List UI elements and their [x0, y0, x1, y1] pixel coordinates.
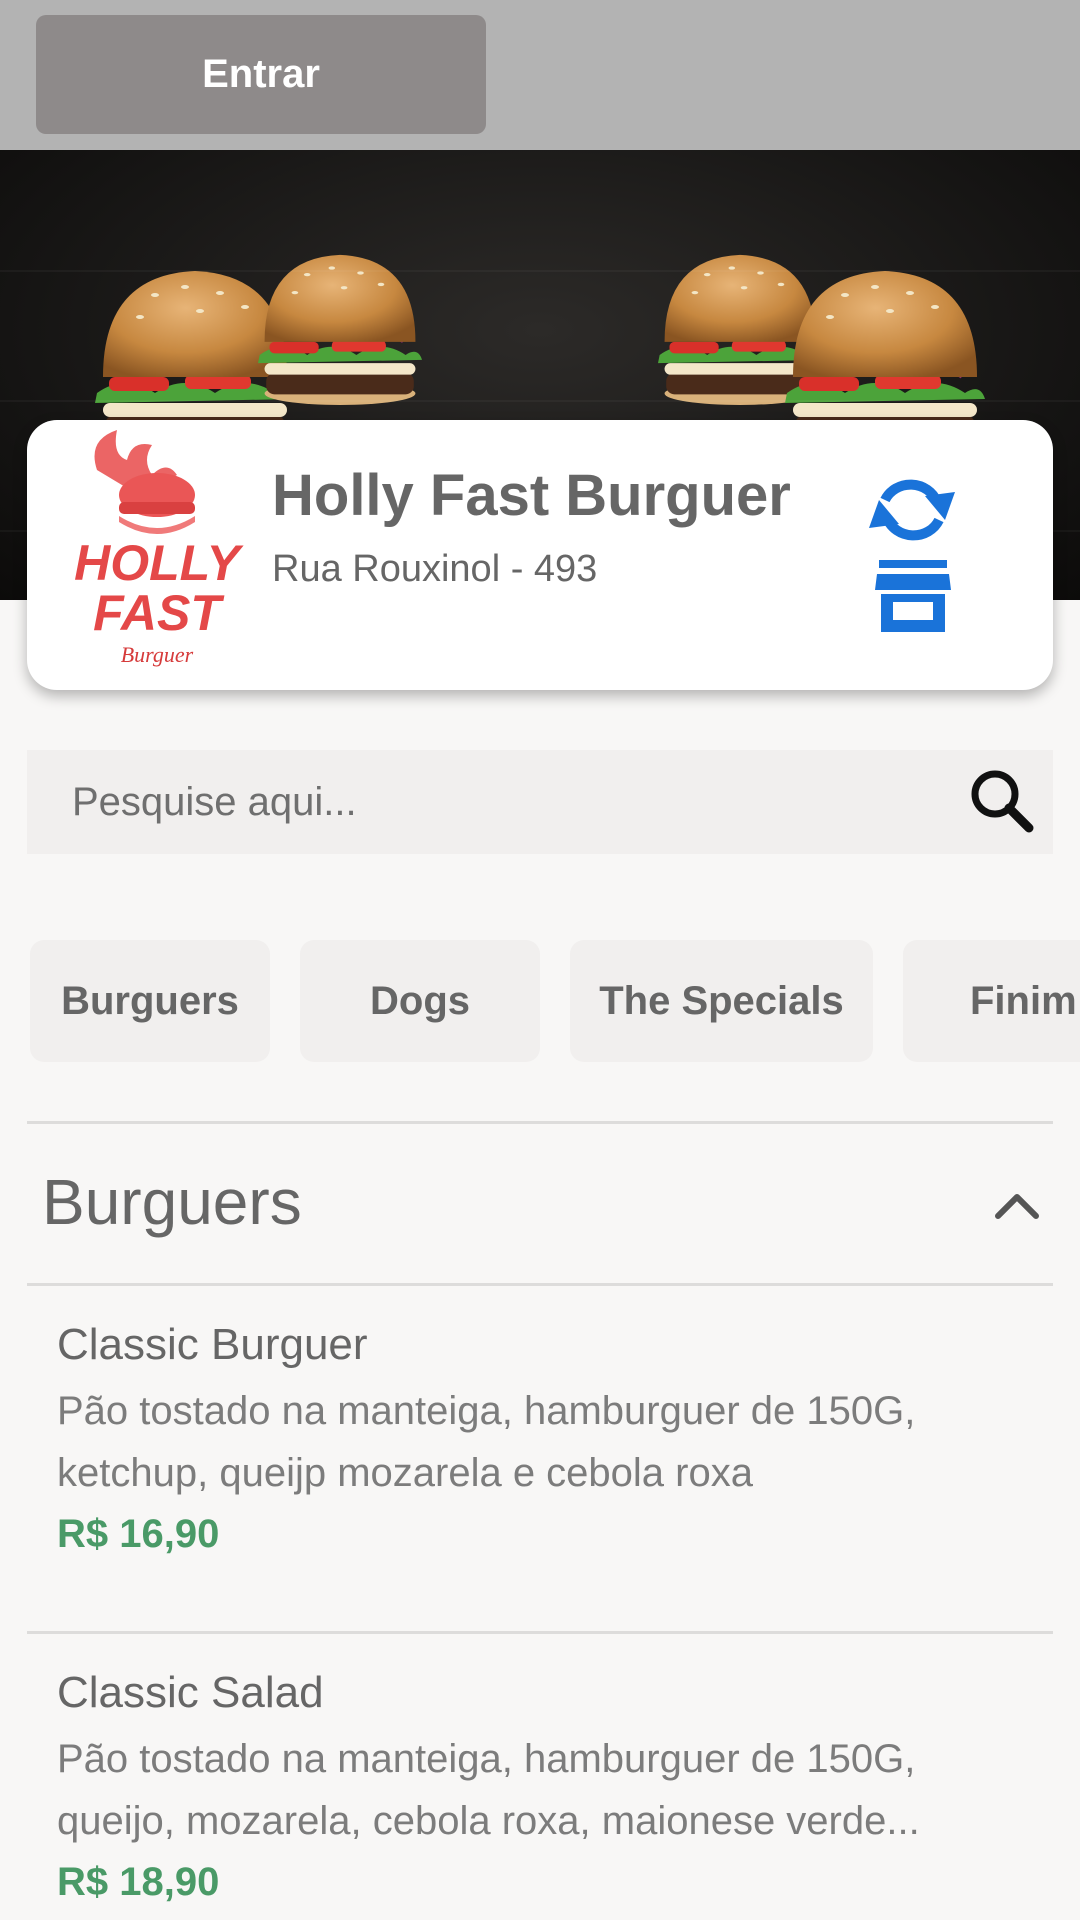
product-item[interactable]: Classic Salad Pão tostado na manteiga, h… — [27, 1668, 1053, 1920]
store-name: Holly Fast Burguer — [272, 463, 791, 528]
search-icon[interactable] — [967, 766, 1039, 838]
category-chip-burguers[interactable]: Burguers — [30, 940, 270, 1062]
product-name: Classic Salad — [57, 1668, 324, 1717]
top-bar: Entrar — [0, 0, 1080, 150]
logo-text-holly: HOLLY — [74, 535, 244, 591]
category-chip-finim[interactable]: Finim — [903, 940, 1080, 1062]
store-logo: HOLLY FAST Burguer — [74, 430, 245, 667]
section-title: Burguers — [42, 1166, 302, 1238]
refresh-icon[interactable] — [867, 470, 957, 550]
chevron-up-icon[interactable] — [990, 1180, 1044, 1234]
divider — [27, 1631, 1053, 1634]
product-name: Classic Burguer — [57, 1320, 368, 1369]
product-description: Pão tostado na manteiga, hamburguer de 1… — [57, 1737, 920, 1843]
wood-plank-line — [0, 270, 1080, 272]
wood-plank-line — [0, 400, 1080, 402]
store-card: HOLLY FAST Burguer Holly Fast Burguer Ru… — [27, 420, 1053, 690]
logo-text-burguer: Burguer — [121, 642, 194, 667]
search-bar — [27, 750, 1053, 854]
logo-text-fast: FAST — [93, 585, 225, 641]
product-item[interactable]: Classic Burguer Pão tostado na manteiga,… — [27, 1320, 1053, 1620]
product-description: Pão tostado na manteiga, hamburguer de 1… — [57, 1389, 916, 1495]
store-address: Rua Rouxinol - 493 — [272, 548, 598, 590]
login-button[interactable]: Entrar — [36, 15, 486, 134]
menu-page: Entrar HOLLY FAST Burguer Holly Fast Bur… — [0, 0, 1080, 1920]
product-price: R$ 16,90 — [57, 1512, 220, 1556]
store-icon[interactable] — [875, 560, 951, 632]
divider — [27, 1283, 1053, 1286]
category-chip-the-specials[interactable]: The Specials — [570, 940, 873, 1062]
divider — [27, 1121, 1053, 1124]
search-input[interactable] — [72, 750, 952, 854]
product-price: R$ 18,90 — [57, 1860, 220, 1904]
category-chip-dogs[interactable]: Dogs — [300, 940, 540, 1062]
